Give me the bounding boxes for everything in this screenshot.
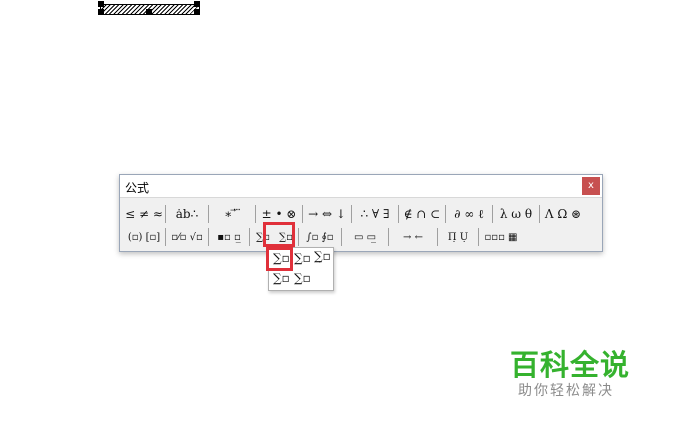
set-theory-symbols-button[interactable]: ∉ ∩ ⊂ (400, 204, 444, 224)
separator (298, 228, 299, 246)
window-title: 公式 (125, 181, 150, 195)
separator (165, 205, 166, 223)
resize-handle[interactable] (146, 9, 152, 15)
fraction-radical-templates-button[interactable]: ▫⁄▫ √▫ (167, 227, 207, 247)
products-set-theory-templates-button[interactable]: Π̣ Ụ (439, 227, 477, 247)
separator (388, 228, 389, 246)
highlight-box-summation-button (263, 222, 295, 247)
resize-handle[interactable] (194, 1, 200, 7)
embellishments-button[interactable]: ∗ ⃗ ⃛ (210, 204, 254, 224)
template-palette-row: (▫) [▫] ▫⁄▫ √▫ ▪▫ ▫̲ ∑▫ ∑▫ ∫▫ ∮▫ ▭ ▭̲ → … (124, 226, 522, 248)
operator-symbols-button[interactable]: ± • ⊗ (257, 204, 301, 224)
matrix-templates-button[interactable]: ▫▫▫ ▦ (480, 227, 522, 247)
resize-handle[interactable] (98, 1, 104, 7)
separator (302, 205, 303, 223)
separator (208, 228, 209, 246)
integral-templates-button[interactable]: ∫▫ ∮▫ (300, 227, 340, 247)
labeled-arrow-templates-button[interactable]: → ← (390, 227, 436, 247)
summation-template-option[interactable]: ∑▫ (273, 271, 290, 285)
close-button[interactable]: x (582, 177, 600, 195)
separator (165, 228, 166, 246)
greek-uppercase-button[interactable]: Λ Ω ⊛ (541, 204, 585, 224)
separator (249, 228, 250, 246)
title-bar[interactable]: 公式 x (120, 175, 602, 198)
equation-toolbar-window: 公式 x ≤ ≠ ≈ ȧb∴ ∗ ⃗ ⃛ ± • ⊗ → ⇔ ↓ ∴ ∀ ∃ ∉… (119, 174, 603, 252)
highlight-box-summation-option (266, 247, 293, 271)
separator (437, 228, 438, 246)
separator (539, 205, 540, 223)
separator (351, 205, 352, 223)
watermark-slogan: 助你轻松解决 (518, 383, 614, 399)
summation-template-option[interactable]: ∑̣▫ (314, 249, 331, 263)
summation-template-option[interactable]: ∑▫ (294, 251, 311, 265)
separator (445, 205, 446, 223)
summation-template-option[interactable]: ∑▫ (294, 271, 311, 285)
resize-handle[interactable] (98, 9, 104, 15)
logical-symbols-button[interactable]: ∴ ∀ ∃ (353, 204, 397, 224)
fence-templates-button[interactable]: (▫) [▫] (124, 227, 164, 247)
spaces-ellipses-button[interactable]: ȧb∴ (167, 204, 207, 224)
separator (492, 205, 493, 223)
separator (255, 205, 256, 223)
underbar-overbar-templates-button[interactable]: ▭ ▭̲ (343, 227, 387, 247)
watermark-logo-text: 百科全说 (510, 348, 631, 382)
symbol-palette-row: ≤ ≠ ≈ ȧb∴ ∗ ⃗ ⃛ ± • ⊗ → ⇔ ↓ ∴ ∀ ∃ ∉ ∩ ⊂ … (124, 203, 585, 225)
separator (208, 205, 209, 223)
misc-symbols-button[interactable]: ∂ ∞ ℓ (447, 204, 491, 224)
arrow-symbols-button[interactable]: → ⇔ ↓ (304, 204, 350, 224)
subscript-superscript-templates-button[interactable]: ▪▫ ▫̲ (210, 227, 248, 247)
resize-handle[interactable] (194, 9, 200, 15)
separator (478, 228, 479, 246)
separator (398, 205, 399, 223)
relational-symbols-button[interactable]: ≤ ≠ ≈ (124, 204, 164, 224)
separator (341, 228, 342, 246)
greek-lowercase-button[interactable]: λ ω θ (494, 204, 538, 224)
